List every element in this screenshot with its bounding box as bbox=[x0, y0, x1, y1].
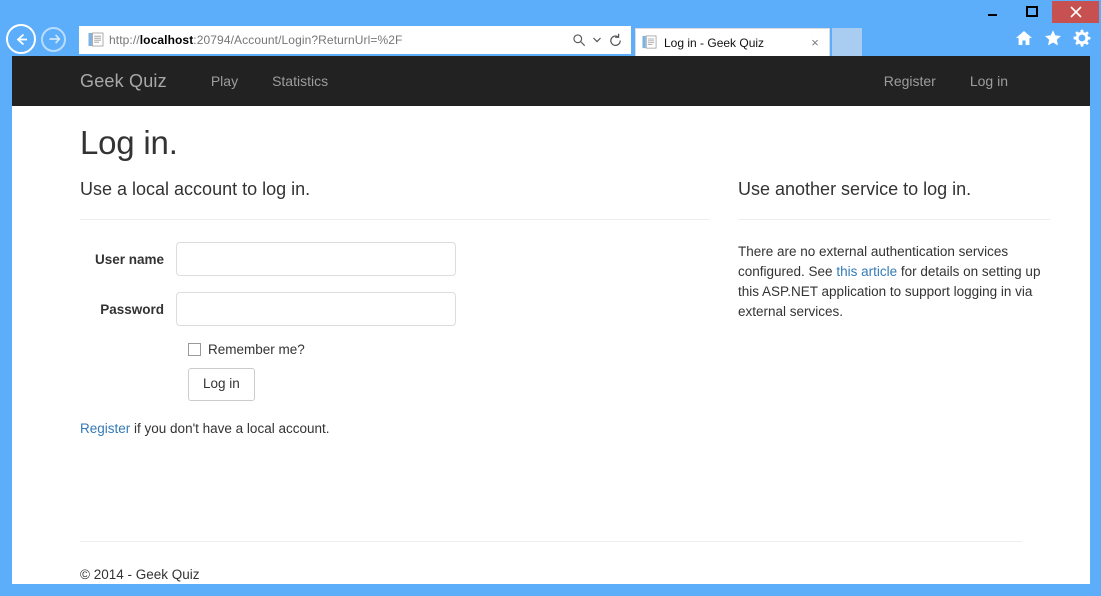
refresh-button[interactable] bbox=[604, 27, 626, 53]
this-article-link[interactable]: this article bbox=[836, 264, 897, 279]
remember-me-checkbox[interactable] bbox=[188, 343, 201, 356]
browser-toolbar-icons bbox=[1015, 29, 1091, 47]
nav-link-login[interactable]: Log in bbox=[956, 67, 1022, 95]
minimize-button[interactable] bbox=[972, 1, 1012, 23]
minimize-icon bbox=[987, 7, 998, 18]
register-prompt-text: if you don't have a local account. bbox=[130, 421, 329, 436]
page-title: Log in. bbox=[80, 124, 1022, 162]
search-button[interactable] bbox=[568, 27, 590, 53]
password-input[interactable] bbox=[176, 292, 456, 326]
login-submit-button[interactable]: Log in bbox=[188, 368, 255, 401]
content-columns: Use a local account to log in. User name… bbox=[80, 179, 1022, 436]
settings-gear-icon[interactable] bbox=[1073, 29, 1091, 47]
chevron-down-icon bbox=[593, 37, 601, 43]
close-window-button[interactable] bbox=[1052, 1, 1099, 23]
back-arrow-icon bbox=[13, 31, 30, 48]
nav-link-play[interactable]: Play bbox=[197, 67, 252, 95]
favorites-star-icon[interactable] bbox=[1044, 29, 1062, 47]
maximize-button[interactable] bbox=[1012, 1, 1052, 23]
refresh-icon bbox=[608, 33, 623, 48]
maximize-icon bbox=[1026, 6, 1038, 18]
back-button[interactable] bbox=[6, 24, 36, 54]
address-host: localhost bbox=[140, 33, 194, 47]
local-login-heading: Use a local account to log in. bbox=[80, 179, 710, 200]
footer-copyright: © 2014 - Geek Quiz bbox=[80, 567, 200, 582]
address-rest: :20794/Account/Login?ReturnUrl=%2F bbox=[193, 33, 402, 47]
external-login-heading: Use another service to log in. bbox=[738, 179, 1050, 200]
window-controls bbox=[972, 1, 1099, 23]
password-label: Password bbox=[80, 302, 176, 317]
search-provider-dropdown-button[interactable] bbox=[590, 27, 604, 53]
address-text: http://localhost:20794/Account/Login?Ret… bbox=[109, 33, 568, 47]
site-navbar: Geek Quiz Play Statistics Register Log i… bbox=[12, 56, 1090, 106]
navigation-arrows bbox=[6, 24, 66, 54]
local-login-divider bbox=[80, 219, 710, 220]
browser-titlebar: http://localhost:20794/Account/Login?Ret… bbox=[0, 0, 1101, 56]
external-login-divider bbox=[738, 219, 1050, 220]
address-scheme: http:// bbox=[109, 33, 140, 47]
forward-arrow-icon bbox=[47, 32, 61, 46]
submit-row: Log in bbox=[188, 368, 710, 401]
register-link[interactable]: Register bbox=[80, 421, 130, 436]
footer-divider bbox=[80, 541, 1022, 542]
nav-link-statistics[interactable]: Statistics bbox=[258, 67, 342, 95]
login-form: User name Password Remember me? L bbox=[80, 242, 710, 401]
username-label: User name bbox=[80, 252, 176, 267]
browser-tab[interactable]: Log in - Geek Quiz × bbox=[635, 28, 830, 56]
address-bar[interactable]: http://localhost:20794/Account/Login?Ret… bbox=[79, 26, 631, 54]
page-icon bbox=[88, 32, 104, 48]
navbar-primary-links: Play Statistics bbox=[197, 67, 342, 95]
page-viewport: Geek Quiz Play Statistics Register Log i… bbox=[12, 56, 1090, 584]
close-icon bbox=[1070, 6, 1082, 18]
search-icon bbox=[572, 33, 586, 47]
local-login-section: Use a local account to log in. User name… bbox=[80, 179, 710, 436]
tab-title: Log in - Geek Quiz bbox=[664, 36, 807, 50]
browser-window: http://localhost:20794/Account/Login?Ret… bbox=[0, 0, 1101, 596]
external-login-description: There are no external authentication ser… bbox=[738, 242, 1050, 322]
page-container: Log in. Use a local account to log in. U… bbox=[12, 124, 1090, 436]
username-input[interactable] bbox=[176, 242, 456, 276]
nav-link-register[interactable]: Register bbox=[870, 67, 950, 95]
username-row: User name bbox=[80, 242, 710, 276]
register-prompt: Register if you don't have a local accou… bbox=[80, 421, 710, 436]
home-icon[interactable] bbox=[1015, 29, 1033, 47]
new-tab-button[interactable] bbox=[832, 28, 862, 56]
navbar-brand[interactable]: Geek Quiz bbox=[80, 71, 167, 92]
tab-close-button[interactable]: × bbox=[807, 35, 823, 51]
navbar-account-links: Register Log in bbox=[870, 56, 1022, 106]
password-row: Password bbox=[80, 292, 710, 326]
external-login-section: Use another service to log in. There are… bbox=[738, 179, 1050, 436]
page-icon bbox=[642, 35, 657, 50]
forward-button[interactable] bbox=[41, 27, 66, 52]
remember-me-label: Remember me? bbox=[208, 342, 305, 357]
remember-me-row: Remember me? bbox=[188, 342, 710, 357]
